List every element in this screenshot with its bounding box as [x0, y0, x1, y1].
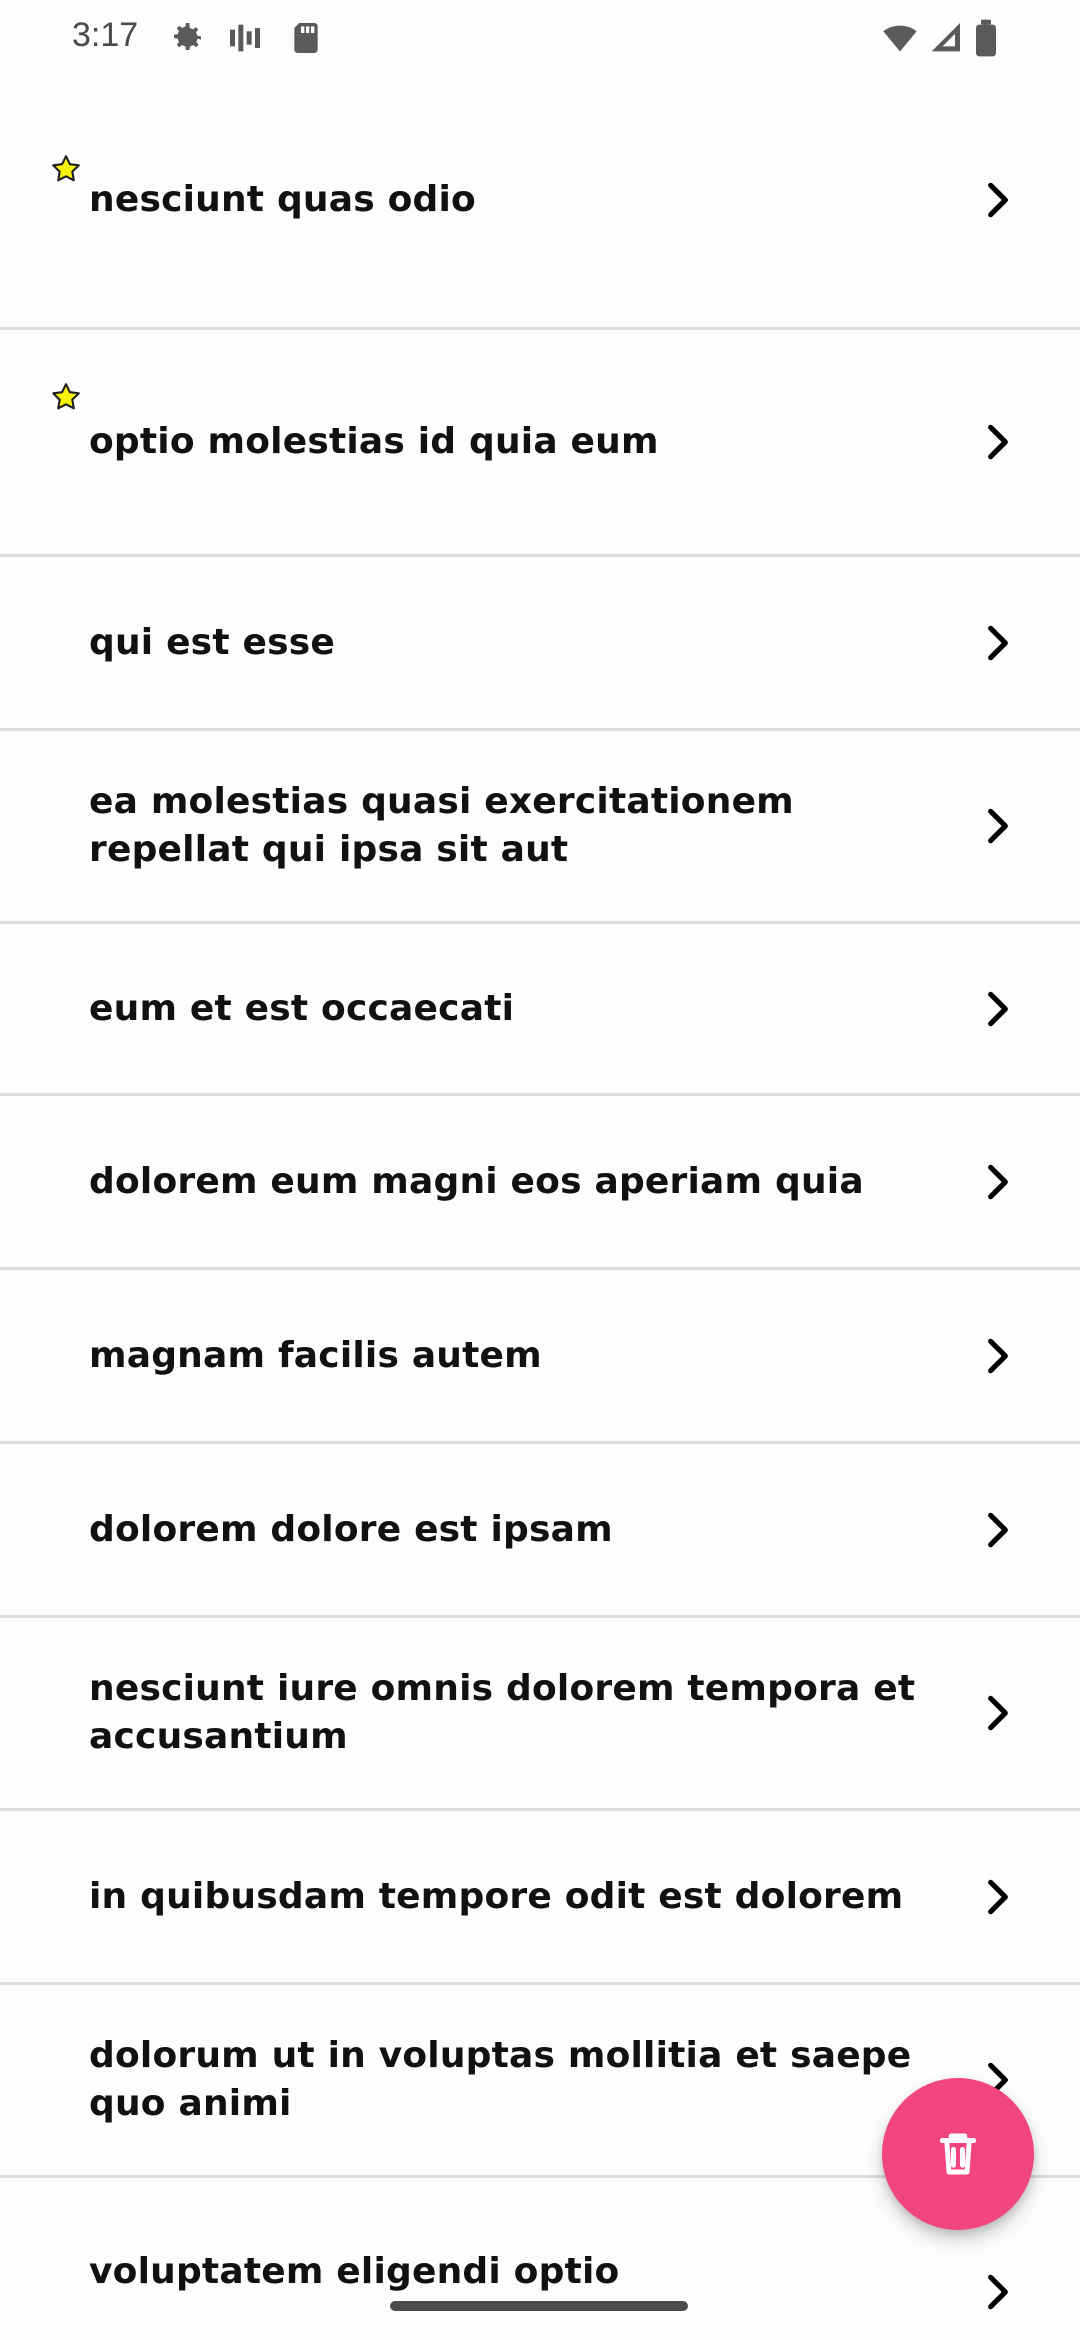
- sd-card-icon: [286, 18, 326, 58]
- chevron-right-icon: [976, 1691, 1020, 1735]
- list-item[interactable]: in quibusdam tempore odit est dolorem: [0, 1811, 1080, 1985]
- list-item[interactable]: dolorem dolore est ipsam: [0, 1444, 1080, 1618]
- list-item[interactable]: optio molestias id quia eum: [0, 330, 1080, 557]
- list-item[interactable]: dolorem eum magni eos aperiam quia: [0, 1096, 1080, 1270]
- item-title: dolorum ut in voluptas mollitia et saepe…: [89, 2035, 912, 2124]
- item-title: voluptatem eligendi optio: [89, 2251, 620, 2292]
- chevron-right-icon: [976, 1508, 1020, 1552]
- item-title: ea molestias quasi exercitationem repell…: [89, 781, 794, 870]
- item-title: magnam facilis autem: [89, 1334, 542, 1376]
- trash-icon: [939, 2133, 977, 2175]
- battery-icon: [972, 18, 1000, 58]
- item-title: dolorem dolore est ipsam: [89, 1508, 613, 1550]
- item-title: eum et est occaecati: [89, 987, 515, 1029]
- list-item[interactable]: magnam facilis autem: [0, 1270, 1080, 1444]
- chevron-right-icon: [976, 621, 1020, 665]
- item-title: nesciunt iure omnis dolorem tempora et a…: [89, 1668, 916, 1757]
- item-list: nesciunt quas odio optio molestias id qu…: [0, 72, 1080, 2340]
- delete-fab-button[interactable]: [882, 2078, 1034, 2230]
- chevron-right-icon: [976, 987, 1020, 1031]
- home-indicator[interactable]: [390, 2301, 688, 2311]
- wifi-icon: [880, 18, 920, 58]
- item-title: in quibusdam tempore odit est dolorem: [89, 1875, 904, 1917]
- chevron-right-icon: [976, 1875, 1020, 1919]
- item-title: optio molestias id quia eum: [89, 421, 659, 462]
- chevron-right-icon: [976, 1160, 1020, 1204]
- star-icon: [48, 380, 84, 416]
- settings-icon: [166, 18, 206, 58]
- list-item[interactable]: nesciunt quas odio: [0, 72, 1080, 330]
- signal-bars-icon: [225, 18, 265, 58]
- list-item[interactable]: qui est esse: [0, 557, 1080, 731]
- star-icon: [48, 152, 84, 188]
- chevron-right-icon: [976, 178, 1020, 222]
- list-item[interactable]: eum et est occaecati: [0, 924, 1080, 1096]
- list-item[interactable]: nesciunt iure omnis dolorem tempora et a…: [0, 1618, 1080, 1811]
- item-title: qui est esse: [89, 621, 335, 663]
- chevron-right-icon: [976, 804, 1020, 848]
- chevron-right-icon: [976, 420, 1020, 464]
- cellular-icon: [925, 18, 965, 58]
- item-title: nesciunt quas odio: [89, 178, 476, 220]
- status-time: 3:17: [72, 16, 139, 54]
- chevron-right-icon: [976, 1334, 1020, 1378]
- status-bar: 3:17: [0, 0, 1080, 72]
- chevron-right-icon: [976, 2270, 1020, 2314]
- list-item[interactable]: ea molestias quasi exercitationem repell…: [0, 731, 1080, 924]
- item-title: dolorem eum magni eos aperiam quia: [89, 1160, 864, 1202]
